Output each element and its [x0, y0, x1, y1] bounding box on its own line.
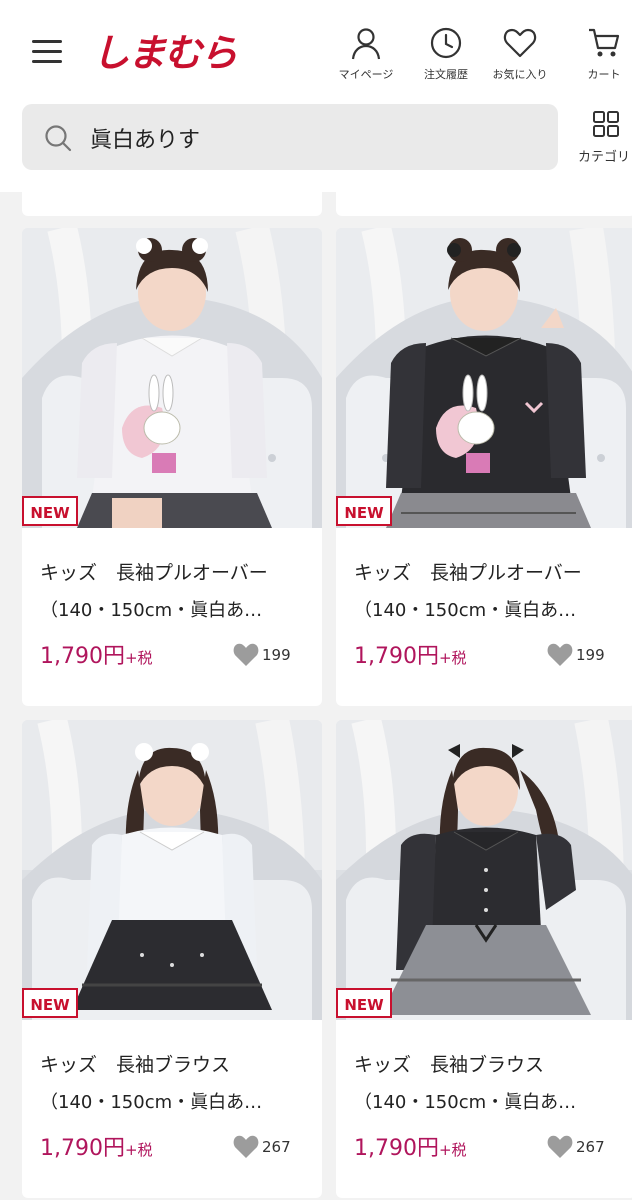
hamburger-menu-icon[interactable] — [30, 38, 66, 66]
nav-cart-label: カート — [587, 68, 621, 81]
product-title[interactable]: キッズ 長袖プルオーバー — [40, 558, 268, 585]
search-icon — [45, 125, 72, 152]
product-image[interactable] — [22, 720, 322, 1020]
person-icon — [351, 28, 381, 60]
price-value: 1,790円 — [40, 644, 125, 669]
price-value: 1,790円 — [354, 1136, 439, 1161]
favorite-button[interactable]: 267 — [546, 1134, 605, 1159]
product-card[interactable]: NEW キッズ 長袖プルオーバー （140・150cm・眞白あ… 1,790円+… — [22, 228, 322, 706]
favorite-button[interactable]: 267 — [232, 1134, 291, 1159]
new-badge: NEW — [336, 496, 392, 526]
favorite-button[interactable]: 199 — [546, 642, 605, 667]
new-badge: NEW — [22, 496, 78, 526]
product-title[interactable]: キッズ 長袖ブラウス — [354, 1050, 544, 1077]
product-price: 1,790円+税 — [354, 638, 467, 670]
nav-mypage[interactable]: マイページ — [328, 26, 404, 82]
product-image[interactable] — [336, 228, 632, 528]
clock-icon — [430, 27, 462, 59]
favorite-count: 199 — [576, 645, 605, 664]
product-subtitle[interactable]: （140・150cm・眞白あ… — [354, 1088, 576, 1114]
shimamura-logo[interactable]: しまむら — [92, 22, 238, 77]
nav-order-history[interactable]: 注文履歴 — [408, 26, 484, 82]
price-tax: +税 — [124, 1141, 153, 1159]
product-title[interactable]: キッズ 長袖ブラウス — [40, 1050, 230, 1077]
heart-icon — [233, 1135, 259, 1159]
cart-icon — [589, 28, 620, 57]
product-subtitle[interactable]: （140・150cm・眞白あ… — [40, 1088, 262, 1114]
favorite-count: 199 — [262, 645, 291, 664]
nav-order-history-label: 注文履歴 — [424, 68, 468, 81]
price-tax: +税 — [438, 1141, 467, 1159]
nav-favorites[interactable]: お気に入り — [482, 26, 558, 82]
product-subtitle[interactable]: （140・150cm・眞白あ… — [354, 596, 576, 622]
favorite-button[interactable]: 199 — [232, 642, 291, 667]
search-query: 眞白ありす — [90, 128, 201, 153]
product-price: 1,790円+税 — [40, 1130, 153, 1162]
price-tax: +税 — [438, 649, 467, 667]
category-button[interactable]: カテゴリ — [572, 110, 632, 165]
previous-card-right[interactable] — [336, 192, 632, 216]
search-input[interactable]: 眞白ありす — [22, 104, 558, 170]
price-tax: +税 — [124, 649, 153, 667]
product-subtitle[interactable]: （140・150cm・眞白あ… — [40, 596, 262, 622]
heart-icon — [547, 1135, 573, 1159]
grid-icon — [593, 111, 619, 137]
previous-card-left[interactable] — [22, 192, 322, 216]
favorite-count: 267 — [576, 1137, 605, 1156]
nav-cart[interactable]: カート — [566, 26, 632, 82]
product-image[interactable] — [22, 228, 322, 528]
product-price: 1,790円+税 — [354, 1130, 467, 1162]
favorite-count: 267 — [262, 1137, 291, 1156]
heart-icon — [233, 643, 259, 667]
app-header: しまむら マイページ 注文履歴 お気に入り カート 眞白ありす カテゴリ — [0, 0, 632, 192]
product-card[interactable]: NEW キッズ 長袖ブラウス （140・150cm・眞白あ… 1,790円+税 … — [22, 720, 322, 1198]
category-label: カテゴリ — [578, 150, 631, 165]
price-value: 1,790円 — [354, 644, 439, 669]
product-title[interactable]: キッズ 長袖プルオーバー — [354, 558, 582, 585]
heart-icon — [547, 643, 573, 667]
new-badge: NEW — [336, 988, 392, 1018]
product-image[interactable] — [336, 720, 632, 1020]
price-value: 1,790円 — [40, 1136, 125, 1161]
nav-mypage-label: マイページ — [338, 68, 394, 81]
product-card[interactable]: NEW キッズ 長袖プルオーバー （140・150cm・眞白あ… 1,790円+… — [336, 228, 632, 706]
product-card[interactable]: NEW キッズ 長袖ブラウス （140・150cm・眞白あ… 1,790円+税 … — [336, 720, 632, 1198]
heart-icon — [503, 28, 537, 58]
nav-favorites-label: お気に入り — [492, 68, 548, 81]
new-badge: NEW — [22, 988, 78, 1018]
product-price: 1,790円+税 — [40, 638, 153, 670]
